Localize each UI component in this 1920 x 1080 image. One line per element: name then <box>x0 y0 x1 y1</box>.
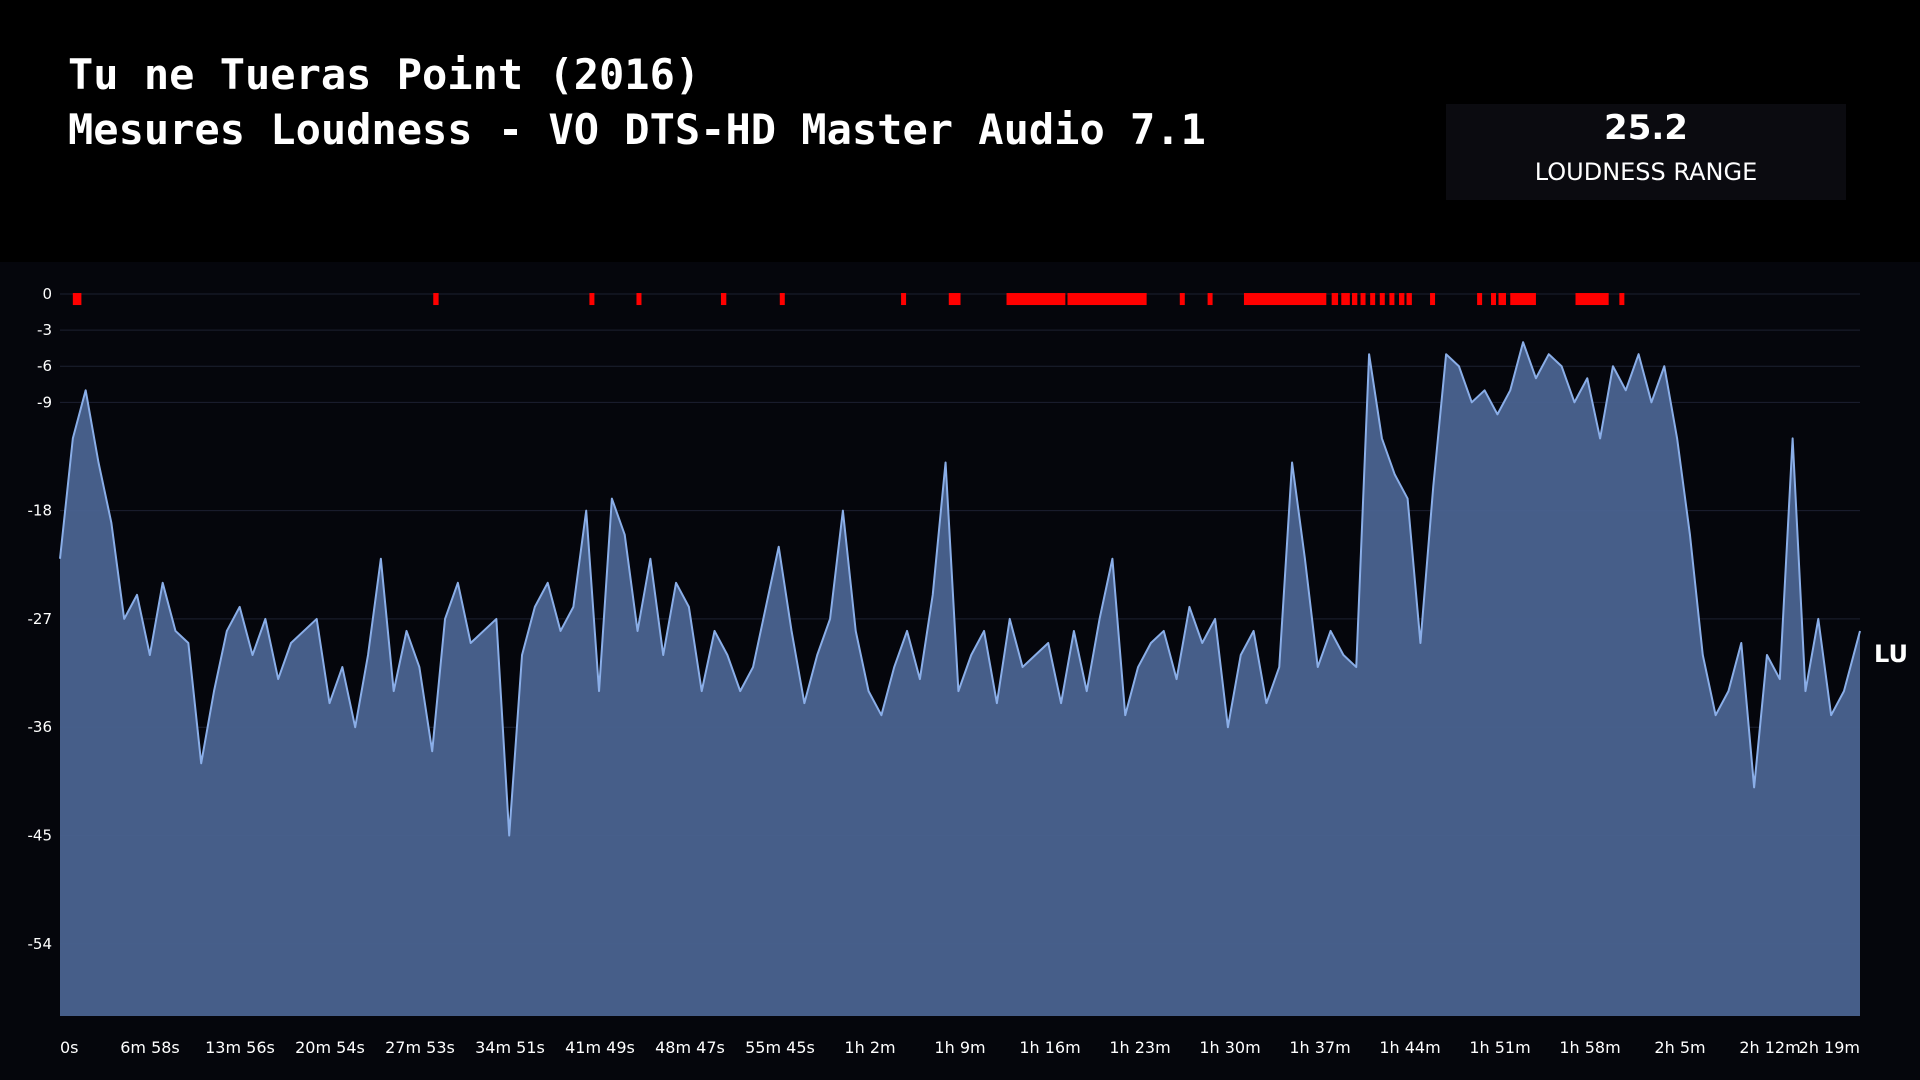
clip-marker <box>948 293 961 306</box>
loudness-series <box>59 341 1861 1016</box>
clip-marker <box>1207 293 1213 306</box>
x-tick-label: 1h 9m <box>934 1038 985 1057</box>
loudness-range-label: LOUDNESS RANGE <box>1534 158 1758 186</box>
x-tick-label: 27m 53s <box>385 1038 455 1057</box>
clip-marker <box>1399 293 1405 306</box>
clip-marker <box>1510 293 1536 306</box>
y-tick-label: -54 <box>28 935 53 953</box>
clip-marker <box>1575 293 1609 306</box>
x-tick-label: 1h 30m <box>1199 1038 1260 1057</box>
x-tick-label: 6m 58s <box>120 1038 180 1057</box>
x-tick-label: 48m 47s <box>655 1038 725 1057</box>
x-tick-label: 1h 23m <box>1109 1038 1170 1057</box>
clip-marker <box>1498 293 1506 306</box>
x-tick-label: 2h 19m <box>1799 1038 1860 1057</box>
clip-marker <box>1379 293 1385 306</box>
y-axis-unit-label: LU <box>1874 640 1908 668</box>
clip-marker <box>1430 293 1436 306</box>
x-tick-label: 20m 54s <box>295 1038 365 1057</box>
clip-marker <box>72 293 82 306</box>
clip-marker <box>1006 293 1066 306</box>
clip-marker <box>901 293 907 306</box>
x-tick-label: 2h 5m <box>1654 1038 1705 1057</box>
loudness-range-card: 25.2 LOUDNESS RANGE <box>1446 104 1846 200</box>
chart-title: Tu ne Tueras Point (2016) <box>68 50 701 99</box>
x-tick-label: 1h 2m <box>844 1038 895 1057</box>
x-tick-label: 2h 12m <box>1739 1038 1800 1057</box>
y-tick-label: -3 <box>37 321 52 339</box>
loudness-range-value: 25.2 <box>1604 108 1688 148</box>
clip-marker <box>1406 293 1412 306</box>
x-tick-label: 55m 45s <box>745 1038 815 1057</box>
clip-marker <box>636 293 642 306</box>
y-tick-label: -18 <box>28 502 53 520</box>
clip-marker <box>1067 293 1147 306</box>
chart-panel: 0 -3 -6 -9 -18 -27 -36 -45 -54 0s 6m 58s 13m 56s 20… <box>0 262 1920 1080</box>
clip-marker <box>1351 293 1358 306</box>
y-tick-label: -27 <box>28 610 53 628</box>
x-tick-label: 1h 37m <box>1289 1038 1350 1057</box>
x-tick-label: 1h 58m <box>1559 1038 1620 1057</box>
y-axis-ticks: 0 -3 -6 -9 -18 -27 -36 -45 -54 <box>28 285 53 953</box>
y-tick-label: -6 <box>37 357 52 375</box>
x-tick-label: 0s <box>60 1038 79 1057</box>
loudness-chart: 0 -3 -6 -9 -18 -27 -36 -45 -54 0s 6m 58s 13m 56s 20… <box>28 285 1861 1057</box>
header: Tu ne Tueras Point (2016) Mesures Loudne… <box>0 0 1920 262</box>
y-tick-label: -36 <box>28 718 53 736</box>
clip-marker <box>1341 293 1350 306</box>
clip-marker <box>1389 293 1395 306</box>
clip-marker <box>1360 293 1366 306</box>
y-tick-label: -45 <box>28 827 53 845</box>
clip-marker <box>1179 293 1185 306</box>
clip-marker <box>1331 293 1339 306</box>
y-tick-label: -9 <box>37 393 52 411</box>
clip-marker <box>1477 293 1483 306</box>
clip-marker <box>589 293 595 306</box>
x-tick-label: 41m 49s <box>565 1038 635 1057</box>
clip-marker <box>1370 293 1376 306</box>
x-tick-label: 34m 51s <box>475 1038 545 1057</box>
clip-marker <box>1243 293 1327 306</box>
x-tick-label: 1h 51m <box>1469 1038 1530 1057</box>
y-tick-label: 0 <box>42 285 52 303</box>
loudness-area-fill <box>60 342 1860 1016</box>
x-tick-label: 1h 44m <box>1379 1038 1440 1057</box>
x-tick-label: 13m 56s <box>205 1038 275 1057</box>
clip-marker <box>720 293 727 306</box>
clip-marker <box>1619 293 1625 306</box>
x-tick-label: 1h 16m <box>1019 1038 1080 1057</box>
chart-subtitle: Mesures Loudness - VO DTS-HD Master Audi… <box>68 105 1206 154</box>
clip-marker <box>1491 293 1497 306</box>
clip-marker <box>779 293 785 306</box>
clip-marker <box>433 293 439 306</box>
clip-markers <box>72 293 1625 306</box>
x-axis-ticks: 0s 6m 58s 13m 56s 20m 54s 27m 53s 34m 51s 41m … <box>60 1038 1860 1057</box>
